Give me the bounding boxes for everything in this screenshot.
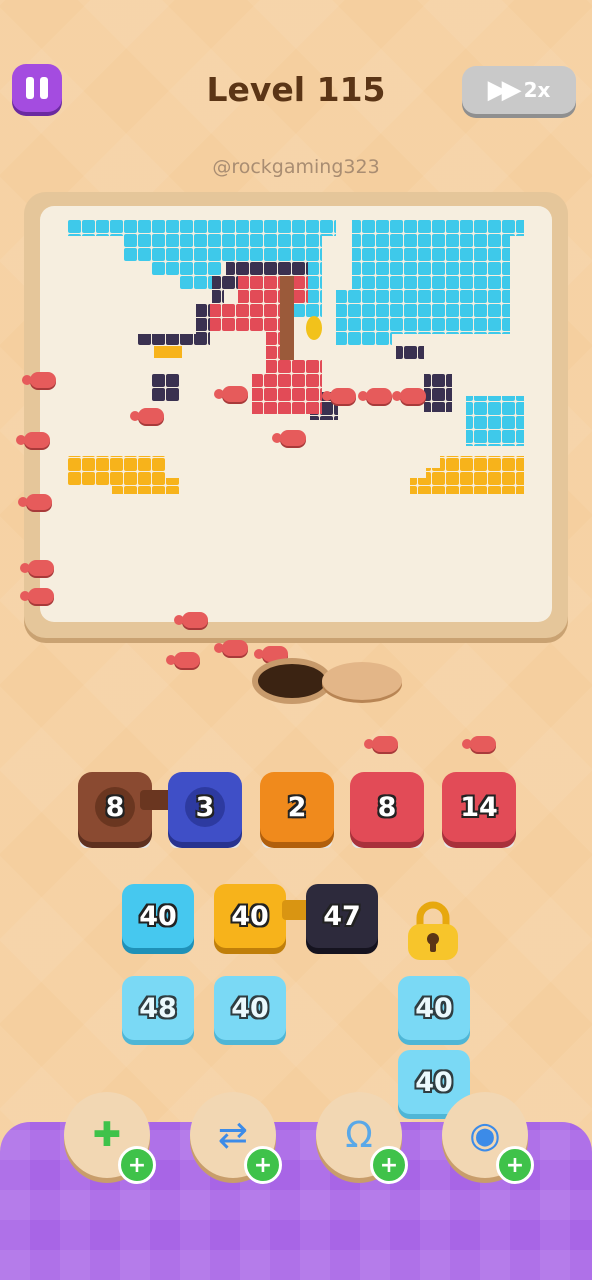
block-number: 48 bbox=[139, 992, 177, 1024]
navy-piece bbox=[152, 374, 180, 402]
block-number: 14 bbox=[460, 791, 498, 823]
queue-slot[interactable]: 8 bbox=[78, 772, 152, 848]
booster-magnet-button[interactable]: Ω + bbox=[316, 1092, 408, 1184]
block-number: 40 bbox=[415, 1066, 453, 1098]
block-number: 8 bbox=[105, 791, 125, 823]
block-number: 40 bbox=[231, 992, 269, 1024]
queue-slot[interactable]: 8 bbox=[350, 772, 424, 848]
ant bbox=[364, 736, 398, 752]
block-light-cyan[interactable]: 40 bbox=[214, 976, 286, 1040]
hole-lid bbox=[322, 662, 402, 700]
block-light-cyan[interactable]: 48 bbox=[122, 976, 194, 1040]
block-red[interactable]: 8 bbox=[350, 772, 424, 842]
plus-icon: + bbox=[370, 1146, 408, 1184]
navy-piece bbox=[396, 346, 424, 360]
block-dark[interactable]: 47 bbox=[306, 884, 378, 948]
block-number: 3 bbox=[195, 791, 215, 823]
speed-label: 2x bbox=[523, 78, 551, 102]
block-red[interactable]: 14 bbox=[442, 772, 516, 842]
ant bbox=[130, 408, 164, 424]
booster-add-slot-button[interactable]: ✚ + bbox=[64, 1092, 156, 1184]
ant bbox=[322, 388, 356, 404]
navy-piece bbox=[424, 374, 452, 412]
plus-icon: + bbox=[118, 1146, 156, 1184]
cyan-block bbox=[466, 396, 524, 446]
yellow-bar-right bbox=[410, 456, 524, 494]
plus-icon: + bbox=[244, 1146, 282, 1184]
block-orange[interactable]: 2 bbox=[260, 772, 334, 842]
block-yellow[interactable]: 40 bbox=[214, 884, 286, 948]
ant bbox=[16, 432, 50, 448]
add-slot-icon: ✚ bbox=[92, 1115, 122, 1155]
yellow-pixels bbox=[154, 346, 182, 358]
fast-forward-icon: ▶▶ bbox=[487, 75, 522, 105]
shuffle-arrows-icon: ⇄ bbox=[217, 1114, 249, 1156]
number-badge: 8 bbox=[95, 787, 135, 827]
queue-slot[interactable]: 2 bbox=[260, 772, 334, 848]
ant bbox=[392, 388, 426, 404]
ant bbox=[20, 588, 54, 604]
ant bbox=[254, 646, 288, 662]
block-number: 2 bbox=[287, 791, 307, 823]
block-blue[interactable]: 3 bbox=[168, 772, 242, 842]
ant bbox=[214, 386, 248, 402]
queue-slot[interactable]: 14 bbox=[442, 772, 516, 848]
booster-spool-button[interactable]: ◉ + bbox=[442, 1092, 534, 1184]
ant bbox=[214, 640, 248, 656]
spool-icon: ◉ bbox=[469, 1114, 501, 1156]
booster-shuffle-button[interactable]: ⇄ + bbox=[190, 1092, 282, 1184]
ant bbox=[358, 388, 392, 404]
speed-toggle-button[interactable]: ▶▶ 2x bbox=[462, 66, 576, 114]
ant bbox=[272, 430, 306, 446]
ant bbox=[18, 494, 52, 510]
block-number: 47 bbox=[323, 900, 361, 932]
number-badge: 3 bbox=[185, 787, 225, 827]
cyan-wing-right bbox=[336, 220, 524, 346]
plus-icon: + bbox=[496, 1146, 534, 1184]
block-number: 40 bbox=[139, 900, 177, 932]
block-cyan[interactable]: 40 bbox=[122, 884, 194, 948]
ant bbox=[462, 736, 496, 752]
ant bbox=[20, 560, 54, 576]
key-icon bbox=[306, 316, 322, 340]
ant bbox=[22, 372, 56, 388]
block-light-cyan[interactable]: 40 bbox=[398, 976, 470, 1040]
block-number: 8 bbox=[377, 791, 397, 823]
ant bbox=[174, 612, 208, 628]
block-number: 40 bbox=[415, 992, 453, 1024]
block-number: 40 bbox=[231, 900, 269, 932]
magnet-icon: Ω bbox=[345, 1114, 373, 1156]
puzzle-board bbox=[40, 206, 552, 622]
pixel-art-picture bbox=[68, 220, 524, 494]
yellow-bar-left bbox=[68, 456, 180, 494]
watermark: @rockgaming323 bbox=[212, 156, 380, 178]
anthill-hole bbox=[258, 664, 326, 698]
brown-pixels bbox=[280, 276, 294, 360]
padlock-icon bbox=[404, 900, 462, 962]
ant bbox=[166, 652, 200, 668]
queue-slot[interactable]: 3 bbox=[168, 772, 242, 848]
